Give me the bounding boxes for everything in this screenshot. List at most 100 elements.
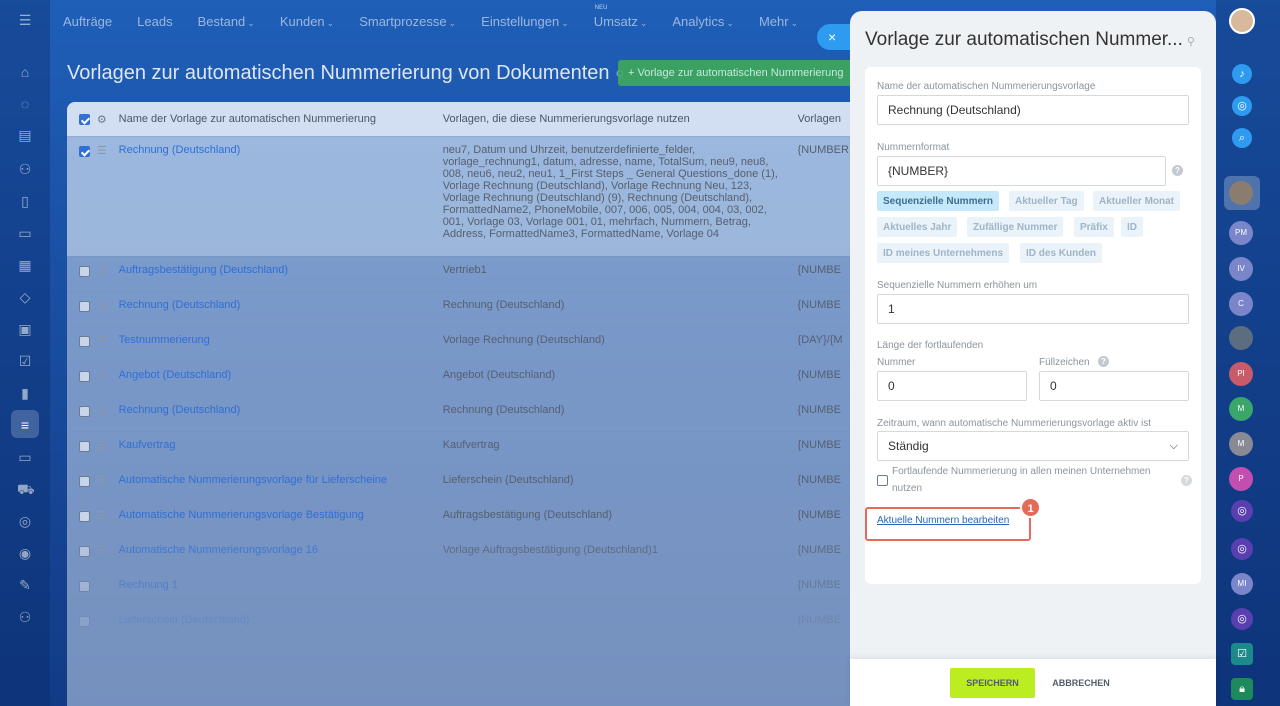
- calendar-icon[interactable]: ▣: [17, 321, 33, 337]
- all-companies-checkbox[interactable]: [877, 475, 888, 486]
- board-icon[interactable]: ▦: [17, 257, 33, 273]
- nav-leads[interactable]: Leads: [124, 14, 184, 29]
- drag-handle-icon[interactable]: ☰: [97, 474, 119, 487]
- row-checkbox[interactable]: [79, 335, 90, 347]
- tag-prefix[interactable]: Präfix: [1074, 217, 1114, 237]
- row-name[interactable]: Lieferschein (Deutschland): [119, 614, 443, 626]
- pin-icon[interactable]: ⚲: [1187, 36, 1195, 48]
- drag-handle-icon[interactable]: ☰: [97, 264, 119, 277]
- bell-icon[interactable]: ♪: [1232, 64, 1252, 84]
- drag-handle-icon[interactable]: ☰: [97, 369, 119, 382]
- nav-umsatz[interactable]: NEU Umsatz ⌄: [581, 5, 660, 29]
- row-name[interactable]: Kaufvertrag: [119, 439, 443, 451]
- row-checkbox[interactable]: [79, 615, 90, 627]
- row-checkbox[interactable]: [79, 300, 90, 312]
- row-name[interactable]: Rechnung (Deutschland): [119, 299, 443, 311]
- avatar[interactable]: C: [1229, 292, 1253, 316]
- name-input[interactable]: Rechnung (Deutschland): [877, 95, 1189, 125]
- drag-handle-icon[interactable]: ☰: [97, 509, 119, 522]
- copilot-icon[interactable]: ◎: [1232, 96, 1252, 116]
- avatar[interactable]: [1229, 326, 1253, 350]
- save-button[interactable]: SPEICHERN: [950, 668, 1035, 698]
- nav-mehr[interactable]: Mehr ⌄: [746, 14, 810, 29]
- column-header-templates[interactable]: Vorlagen, die diese Nummerierungsvorlage…: [443, 113, 798, 125]
- table-row[interactable]: ☰ Rechnung 1 {NUMBE: [67, 571, 857, 606]
- nav-auftraege[interactable]: Aufträge: [50, 14, 124, 29]
- row-checkbox[interactable]: [79, 405, 90, 417]
- chat-icon[interactable]: ◇: [17, 289, 33, 305]
- drag-handle-icon[interactable]: ☰: [97, 334, 119, 347]
- row-checkbox[interactable]: [79, 580, 90, 592]
- row-name[interactable]: Automatische Nummerierungsvorlage für Li…: [119, 474, 443, 486]
- table-row[interactable]: ☰ Automatische Nummerierungsvorlage Bestä…: [67, 501, 857, 536]
- avatar[interactable]: M: [1229, 397, 1253, 421]
- avatar[interactable]: PM: [1229, 221, 1253, 245]
- period-select[interactable]: Ständig ⌵: [877, 431, 1189, 461]
- settings-gear-icon[interactable]: ⚙: [97, 113, 119, 126]
- table-row[interactable]: ☰ Rechnung (Deutschland) Rechnung (Deutsch…: [67, 291, 857, 326]
- drive-icon[interactable]: ▭: [17, 225, 33, 241]
- table-row[interactable]: ☰ Auftragsbestätigung (Deutschland) Vertri…: [67, 256, 857, 291]
- menu-icon[interactable]: ☰: [17, 12, 33, 28]
- checkbox-app-icon[interactable]: ☑: [1231, 643, 1253, 665]
- edit-icon[interactable]: ✎: [17, 577, 33, 593]
- table-row[interactable]: ☰ Automatische Nummerierungsvorlage 16 Vor…: [67, 536, 857, 571]
- contacts-icon[interactable]: ⚇: [17, 161, 33, 177]
- search-icon[interactable]: ⌕: [1232, 128, 1252, 148]
- drag-handle-icon[interactable]: ☰: [97, 144, 119, 157]
- column-header-format[interactable]: Vorlagen: [798, 113, 857, 125]
- drag-handle-icon[interactable]: ☰: [97, 579, 119, 592]
- drag-handle-icon[interactable]: ☰: [97, 614, 119, 627]
- home-icon[interactable]: ⌂: [17, 64, 33, 80]
- row-name[interactable]: Rechnung (Deutschland): [119, 144, 443, 156]
- step-input[interactable]: 1: [877, 294, 1189, 324]
- avatar[interactable]: IV: [1229, 257, 1253, 281]
- avatar[interactable]: [1229, 181, 1253, 205]
- drag-handle-icon[interactable]: ☰: [97, 544, 119, 557]
- tasks-icon[interactable]: ▤: [17, 127, 33, 143]
- documents-icon[interactable]: ▯: [17, 193, 33, 209]
- table-row[interactable]: ☰ Testnummerierung Vorlage Rechnung (Deuts…: [67, 326, 857, 361]
- row-name[interactable]: Rechnung 1: [119, 579, 443, 591]
- row-checkbox[interactable]: [79, 265, 90, 277]
- row-name[interactable]: Auftragsbestätigung (Deutschland): [119, 264, 443, 276]
- row-checkbox[interactable]: [79, 145, 90, 157]
- nav-smartprozesse[interactable]: Smartprozesse ⌄: [346, 14, 468, 29]
- row-checkbox[interactable]: [79, 440, 90, 452]
- drag-handle-icon[interactable]: ☰: [97, 404, 119, 417]
- column-header-name[interactable]: Name der Vorlage zur automatischen Numme…: [119, 113, 443, 125]
- drag-handle-icon[interactable]: ☰: [97, 299, 119, 312]
- tag-current-day[interactable]: Aktueller Tag: [1009, 191, 1084, 211]
- add-template-button[interactable]: + Vorlage zur automatischen Nummerierung: [618, 60, 858, 86]
- nav-bestand[interactable]: Bestand ⌄: [185, 14, 267, 29]
- help-icon[interactable]: ?: [1172, 165, 1183, 176]
- row-checkbox[interactable]: [79, 545, 90, 557]
- channel-icon[interactable]: ◎: [1231, 608, 1253, 630]
- tag-current-year[interactable]: Aktuelles Jahr: [877, 217, 958, 237]
- row-name[interactable]: Angebot (Deutschland): [119, 369, 443, 381]
- length-input[interactable]: 0: [877, 371, 1027, 401]
- cancel-button[interactable]: ABBRECHEN: [1046, 668, 1116, 698]
- user-avatar[interactable]: [1229, 8, 1255, 34]
- tag-id[interactable]: ID: [1121, 217, 1143, 237]
- fill-input[interactable]: 0: [1039, 371, 1189, 401]
- nav-analytics[interactable]: Analytics ⌄: [659, 14, 746, 29]
- row-name[interactable]: Testnummerierung: [119, 334, 443, 346]
- row-checkbox[interactable]: [79, 475, 90, 487]
- inbox-icon[interactable]: ▭: [17, 449, 33, 465]
- tag-current-month[interactable]: Aktueller Monat: [1093, 191, 1181, 211]
- help-icon[interactable]: ?: [1181, 475, 1192, 486]
- avatar[interactable]: P: [1229, 467, 1253, 491]
- tag-random-number[interactable]: Zufällige Nummer: [967, 217, 1064, 237]
- format-input[interactable]: {NUMBER}: [877, 156, 1166, 186]
- edit-current-numbers-link[interactable]: Aktuelle Nummern bearbeiten: [877, 515, 1009, 526]
- target-icon[interactable]: ◎: [17, 513, 33, 529]
- lock-icon[interactable]: 🔒︎: [1231, 678, 1253, 700]
- channel-icon[interactable]: ◎: [1231, 500, 1253, 522]
- analytics-icon[interactable]: ▮: [17, 385, 33, 401]
- row-name[interactable]: Automatische Nummerierungsvorlage 16: [119, 544, 443, 556]
- nav-einstellungen[interactable]: Einstellungen ⌄: [468, 14, 581, 29]
- avatar[interactable]: PI: [1229, 362, 1253, 386]
- table-row[interactable]: ☰ Lieferschein (Deutschland) {NUMBE: [67, 606, 857, 641]
- drag-handle-icon[interactable]: ☰: [97, 439, 119, 452]
